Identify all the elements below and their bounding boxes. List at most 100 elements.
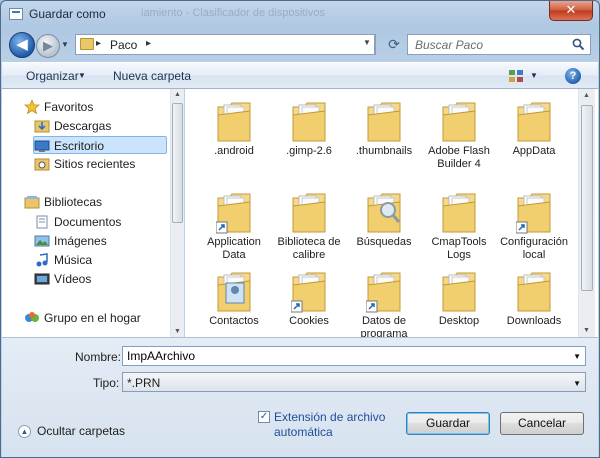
auto-extension-label[interactable]: Extensión de archivo: [274, 410, 385, 424]
breadcrumb-item[interactable]: Paco: [110, 38, 137, 52]
nav-scrollbar[interactable]: ▲ ▼: [170, 89, 184, 337]
arrow-left-icon: ◀: [16, 36, 28, 53]
back-button[interactable]: ◀: [9, 32, 35, 58]
chevron-down-icon[interactable]: ▼: [573, 352, 581, 361]
scroll-down-icon[interactable]: ▼: [174, 328, 181, 335]
file-item-label: Downloads: [506, 315, 562, 327]
videos-icon: [34, 273, 50, 285]
folder-icon: [517, 272, 551, 312]
file-item[interactable]: Biblioteca de calibre: [272, 184, 346, 264]
file-list-scrollbar[interactable]: ▲ ▼: [578, 89, 595, 337]
recent-places-icon: [34, 158, 50, 171]
chevron-down-icon[interactable]: ▼: [78, 71, 86, 80]
file-list: .android .gimp-2.6 .thumbnails Adobe Fla…: [185, 89, 598, 340]
file-item[interactable]: Application Data: [197, 184, 271, 264]
pictures-icon: [34, 235, 50, 247]
file-item[interactable]: .thumbnails: [347, 93, 421, 173]
search-input[interactable]: Buscar Paco: [407, 34, 591, 55]
scroll-up-icon[interactable]: ▲: [174, 91, 181, 98]
file-item[interactable]: Datos de programa: [347, 263, 421, 343]
scroll-thumb[interactable]: [172, 103, 183, 223]
file-item-label: .thumbnails: [355, 145, 413, 157]
divider: [375, 34, 376, 55]
cancel-button[interactable]: Cancelar: [500, 412, 584, 435]
filename-field[interactable]: ▼: [122, 346, 586, 366]
file-item[interactable]: Búsquedas: [347, 184, 421, 264]
filetype-select[interactable]: *.PRN ▼: [122, 372, 586, 392]
file-item[interactable]: Contactos: [197, 263, 271, 343]
file-item[interactable]: Adobe Flash Builder 4: [422, 93, 496, 173]
file-item-label: Desktop: [438, 315, 480, 327]
save-as-dialog: Guardar como iamiento - Clasificador de …: [0, 0, 600, 458]
navigation-pane: Favoritos Descargas Escritorio Sitios reci…: [2, 89, 184, 337]
arrow-right-icon: ▶: [43, 38, 53, 53]
views-icon[interactable]: [508, 69, 524, 83]
file-item[interactable]: Desktop: [422, 263, 496, 343]
title-bar: Guardar como iamiento - Clasificador de …: [1, 1, 599, 29]
folder-icon: [292, 102, 326, 142]
star-icon: [24, 100, 40, 114]
refresh-button[interactable]: ⟳: [383, 34, 405, 55]
homegroup-icon: [25, 312, 39, 322]
searches-folder-icon: [367, 193, 401, 233]
file-item-label: CmapTools Logs: [431, 236, 487, 261]
documents-icon: [36, 215, 48, 229]
file-item-label: Biblioteca de calibre: [277, 236, 341, 261]
help-button[interactable]: ?: [565, 68, 581, 84]
close-button[interactable]: ✕: [549, 1, 593, 21]
folder-shortcut-icon: [366, 272, 401, 313]
chevron-down-icon[interactable]: ▼: [530, 71, 538, 80]
breadcrumb-separator[interactable]: ▸: [96, 38, 101, 49]
address-bar[interactable]: ▸ Paco ▸: [75, 34, 375, 55]
new-folder-button[interactable]: Nueva carpeta: [113, 69, 191, 83]
chevron-up-icon: ▲: [18, 425, 31, 438]
auto-extension-checkbox[interactable]: ✓: [258, 411, 270, 423]
recent-locations-dropdown[interactable]: ▼: [61, 40, 69, 49]
scroll-down-icon[interactable]: ▼: [583, 327, 590, 334]
file-item-label: Application Data: [207, 236, 261, 261]
downloads-icon: [34, 120, 50, 133]
file-item-label: .android: [214, 145, 254, 157]
refresh-icon: ⟳: [388, 36, 400, 52]
folder-icon: [442, 193, 476, 233]
folder-icon: [442, 102, 476, 142]
nav-item-escritorio[interactable]: Escritorio: [33, 136, 167, 154]
auto-extension-label[interactable]: automática: [274, 425, 333, 439]
save-button[interactable]: Guardar: [406, 412, 490, 435]
command-bar: Organizar ▼ Nueva carpeta ▼ ?: [2, 62, 598, 89]
chevron-down-icon[interactable]: ▼: [573, 379, 581, 388]
file-item[interactable]: Cookies: [272, 263, 346, 343]
scroll-up-icon[interactable]: ▲: [583, 92, 590, 99]
folder-icon: [367, 102, 401, 142]
folder-icon: [442, 272, 476, 312]
file-item[interactable]: .android: [197, 93, 271, 173]
desktop-icon: [34, 140, 50, 152]
file-item[interactable]: AppData: [497, 93, 571, 173]
file-item-label: Búsquedas: [356, 236, 412, 248]
filename-input[interactable]: [123, 347, 563, 365]
nav-item-label: Vídeos: [54, 272, 92, 286]
file-item[interactable]: Configuración local: [497, 184, 571, 264]
libraries-icon: [24, 196, 40, 209]
organize-menu-button[interactable]: Organizar: [26, 69, 79, 83]
nav-item-label: Descargas: [54, 119, 112, 133]
file-item-label: Cookies: [289, 315, 329, 327]
file-item[interactable]: .gimp-2.6: [272, 93, 346, 173]
scroll-thumb[interactable]: [581, 105, 593, 291]
search-placeholder: Buscar Paco: [415, 38, 484, 52]
file-item[interactable]: CmapTools Logs: [422, 184, 496, 264]
folder-icon: [292, 193, 326, 233]
file-item-label: Contactos: [209, 315, 259, 327]
file-item-label: Adobe Flash Builder 4: [428, 145, 490, 170]
breadcrumb-separator[interactable]: ▸: [146, 38, 151, 49]
hide-folders-label: Ocultar carpetas: [37, 424, 126, 438]
file-item-label: AppData: [512, 145, 556, 157]
forward-button[interactable]: ▶: [36, 34, 60, 58]
search-icon[interactable]: [572, 38, 585, 51]
nav-item-label: Escritorio: [54, 139, 105, 153]
nav-item-label: Documentos: [54, 215, 122, 229]
address-history-dropdown[interactable]: ▼: [363, 38, 371, 47]
contacts-folder-icon: [217, 272, 251, 312]
nav-item-label: Música: [54, 253, 93, 267]
file-item[interactable]: Downloads: [497, 263, 571, 343]
